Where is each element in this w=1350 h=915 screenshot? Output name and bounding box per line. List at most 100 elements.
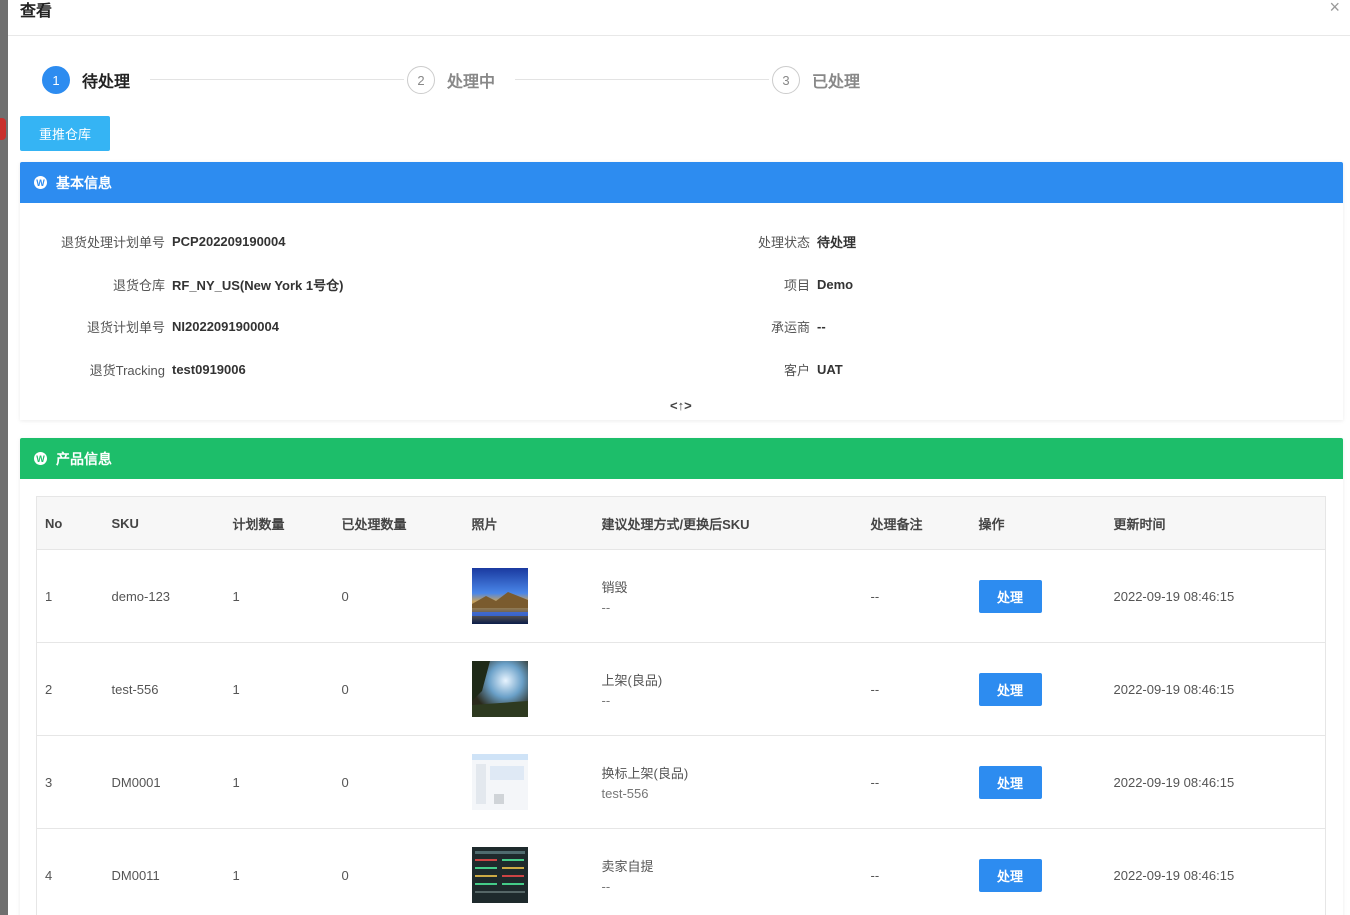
panel-title: 基本信息 (56, 174, 112, 191)
table-row: 2 test-556 1 0 上架(良品) -- -- 处理 2022-09-1… (36, 642, 1326, 736)
push-warehouse-button[interactable]: 重推仓库 (20, 116, 110, 151)
info-label: 处理状态 (757, 235, 810, 250)
cell-no: 4 (36, 828, 104, 915)
replacement-sku: -- (601, 879, 611, 895)
cell-processed: 0 (333, 735, 464, 829)
background-badge (0, 118, 6, 140)
cell-sku: DM0011 (103, 828, 225, 915)
process-button[interactable]: 处理 (978, 672, 1042, 706)
step-connector (150, 79, 404, 80)
replacement-sku: -- (601, 693, 611, 708)
step-number: 2 (407, 66, 435, 94)
info-warehouse: 退货仓库 RF_NY_US(New York 1号仓) (20, 275, 343, 294)
info-label: 客户 (783, 363, 810, 378)
step-number: 1 (42, 66, 70, 94)
cell-planned: 1 (224, 735, 334, 829)
wordpress-icon: W (34, 452, 47, 465)
cell-planned: 1 (224, 642, 334, 736)
cell-photo (463, 549, 594, 643)
info-value: -- (817, 319, 826, 334)
column-header: 照片 (463, 496, 594, 550)
cell-no: 2 (36, 642, 104, 736)
info-customer: 客户 UAT (620, 360, 843, 379)
cell-action: 处理 (970, 642, 1106, 736)
cell-updated: 2022-09-19 08:46:15 (1105, 642, 1326, 736)
suggest-method: 销毁 (601, 580, 628, 595)
cell-suggestion: 上架(良品) -- (593, 642, 863, 736)
collapse-toggle-icon[interactable]: <↑> (670, 398, 692, 413)
step-pending: 1 待处理 (42, 66, 130, 94)
wordpress-icon: W (34, 176, 47, 189)
cell-photo (463, 735, 594, 829)
cell-sku: demo-123 (103, 549, 225, 643)
cell-planned: 1 (224, 549, 334, 643)
info-carrier: 承运商 -- (620, 317, 826, 336)
cell-remark: -- (862, 735, 971, 829)
panel-title: 产品信息 (56, 450, 112, 467)
suggest-method: 换标上架(良品) (601, 766, 689, 781)
progress-steps: 1 待处理 2 处理中 3 已处理 (42, 66, 882, 96)
info-return-plan-no: 退货计划单号 NI2022091900004 (20, 317, 279, 336)
cell-remark: -- (862, 642, 971, 736)
table-header-row: No SKU 计划数量 已处理数量 照片 建议处理方式/更换后SKU 处理备注 … (36, 496, 1326, 550)
column-header: 操作 (970, 496, 1106, 550)
cell-action: 处理 (970, 549, 1106, 643)
info-label: 退货仓库 (112, 278, 165, 293)
basic-info-header: W 基本信息 (20, 162, 1343, 203)
table-row: 4 DM0011 1 0 卖家自提 -- -- 处理 2022-09-19 08… (36, 828, 1326, 915)
cell-suggestion: 销毁 -- (593, 549, 863, 643)
background-page-edge (0, 0, 8, 915)
process-button[interactable]: 处理 (978, 858, 1042, 892)
product-photo[interactable] (471, 661, 528, 717)
cell-updated: 2022-09-19 08:46:15 (1105, 549, 1326, 643)
cell-photo (463, 642, 594, 736)
info-value: NI2022091900004 (172, 319, 279, 334)
cell-remark: -- (862, 828, 971, 915)
step-label: 处理中 (447, 74, 496, 91)
info-tracking: 退货Tracking test0919006 (20, 360, 246, 379)
product-table: No SKU 计划数量 已处理数量 照片 建议处理方式/更换后SKU 处理备注 … (36, 496, 1326, 915)
cell-no: 1 (36, 549, 104, 643)
info-label: 退货处理计划单号 (60, 235, 165, 250)
cell-suggestion: 换标上架(良品) test-556 (593, 735, 863, 829)
column-header: 计划数量 (224, 496, 334, 550)
info-value: test0919006 (172, 362, 246, 377)
product-photo[interactable] (471, 568, 528, 624)
cell-sku: DM0001 (103, 735, 225, 829)
step-connector (515, 79, 769, 80)
close-icon[interactable]: × (1329, 0, 1340, 16)
column-header: SKU (103, 496, 225, 550)
step-processing: 2 处理中 (407, 66, 495, 94)
cell-processed: 0 (333, 828, 464, 915)
cell-processed: 0 (333, 549, 464, 643)
column-header: 更新时间 (1105, 496, 1326, 550)
info-value: UAT (817, 362, 843, 377)
process-button[interactable]: 处理 (978, 579, 1042, 613)
info-project: 项目 Demo (620, 275, 853, 294)
dialog-title: 查看 (20, 3, 53, 20)
column-header: 处理备注 (862, 496, 971, 550)
step-processed: 3 已处理 (772, 66, 860, 94)
product-photo[interactable] (471, 847, 528, 904)
info-label: 退货计划单号 (86, 320, 165, 335)
info-value: 待处理 (817, 235, 857, 250)
cell-sku: test-556 (103, 642, 225, 736)
cell-processed: 0 (333, 642, 464, 736)
cell-planned: 1 (224, 828, 334, 915)
info-label: 退货Tracking (89, 363, 165, 378)
step-number: 3 (772, 66, 800, 94)
basic-info-panel: W 基本信息 退货处理计划单号 PCP202209190004 退货仓库 RF_… (20, 162, 1343, 420)
column-header: 建议处理方式/更换后SKU (593, 496, 863, 550)
info-status: 处理状态 待处理 (620, 232, 856, 251)
cell-updated: 2022-09-19 08:46:15 (1105, 828, 1326, 915)
product-info-header: W 产品信息 (20, 438, 1343, 479)
suggest-method: 上架(良品) (601, 673, 663, 688)
info-label: 承运商 (770, 320, 810, 335)
info-plan-no: 退货处理计划单号 PCP202209190004 (20, 232, 286, 251)
dialog-header: 查看 × (8, 0, 1350, 36)
product-photo[interactable] (471, 754, 528, 810)
view-dialog: 查看 × 1 待处理 2 处理中 3 已处理 重推仓库 W 基本信息 退货处理计… (8, 0, 1350, 915)
cell-photo (463, 828, 594, 915)
info-label: 项目 (783, 278, 810, 293)
process-button[interactable]: 处理 (978, 765, 1042, 799)
